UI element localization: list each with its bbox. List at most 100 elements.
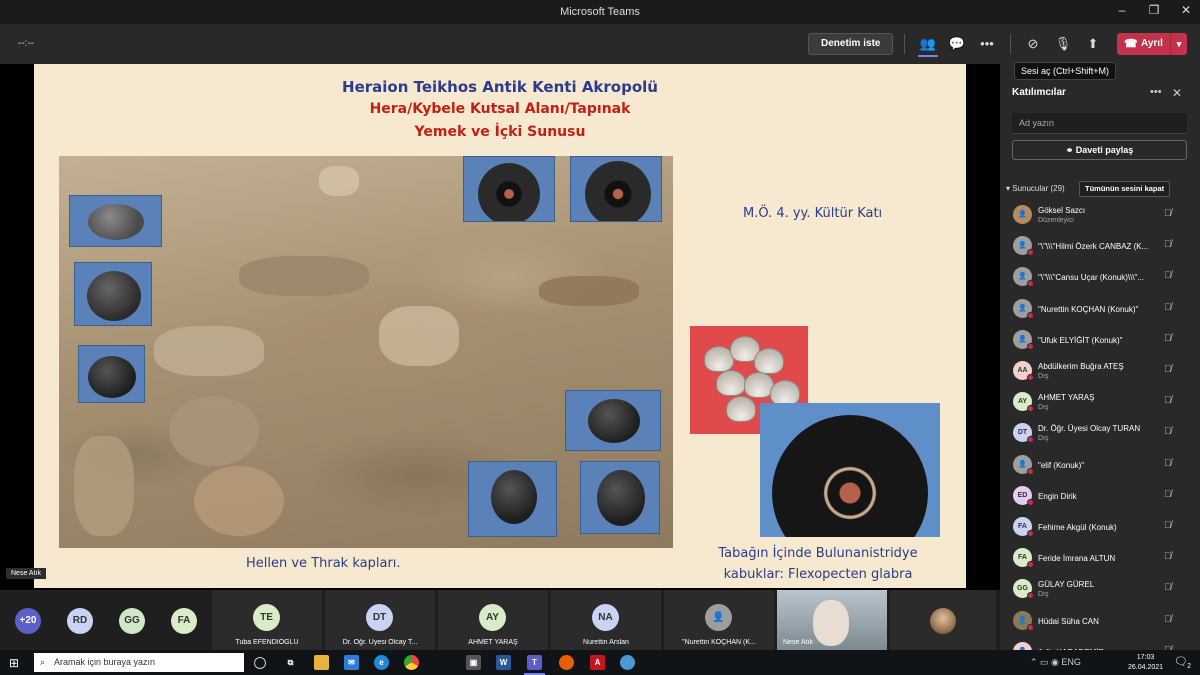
photo-jug xyxy=(169,396,259,466)
mic-muted-icon[interactable]: 🎙̸ xyxy=(1164,426,1172,437)
participant-video-tile[interactable]: Nese Atık xyxy=(777,590,887,650)
participant-row[interactable]: FA Feride İmrana ALTUN 🎙̸ xyxy=(1000,544,1200,575)
participant-row[interactable]: 👤 Göksel Sazcı Düzenleyici 🎙̸ xyxy=(1000,201,1200,232)
windows-start-icon[interactable]: ⊞ xyxy=(9,656,19,670)
teams-icon[interactable]: T xyxy=(527,655,542,670)
participant-tile[interactable]: 👤 "Nurettin KOÇHAN (K... xyxy=(664,590,774,650)
participant-tile[interactable] xyxy=(890,590,996,650)
mic-muted-icon[interactable]: 🎙̸ xyxy=(1164,302,1172,313)
participant-row[interactable]: 👤 "Nurettin KOÇHAN (Konuk)" 🎙̸ xyxy=(1000,295,1200,326)
edge-icon[interactable]: e xyxy=(374,655,389,670)
chevron-down-icon[interactable]: ▾ xyxy=(1170,33,1187,55)
mic-muted-icon[interactable]: 🎙̸ xyxy=(1164,333,1172,344)
close-icon[interactable]: ✕ xyxy=(1178,3,1194,17)
participant-row[interactable]: 👤 "\"\\\"Hilmi Özerk CANBAZ (K... 🎙̸ xyxy=(1000,232,1200,263)
participant-row[interactable]: AA Abdülkerim Buğra ATEŞ Dış 🎙̸ xyxy=(1000,357,1200,388)
participant-tile[interactable]: NA Nurettin Arslan xyxy=(551,590,661,650)
leave-button[interactable]: ☎ Ayrıl ▾ xyxy=(1117,33,1187,55)
notifications-icon[interactable]: 🗨 2 xyxy=(1174,655,1191,670)
participant-tile[interactable]: TE Tuba EFENDİOĞLU xyxy=(212,590,322,650)
participant-avatar[interactable]: FA xyxy=(171,608,197,634)
participant-row[interactable]: 👤 "\"\\\"Cansu Uçar (Konuk)\\\"... 🎙̸ xyxy=(1000,263,1200,294)
chat-icon[interactable]: 💬 xyxy=(947,35,967,53)
camera-off-icon[interactable]: ⊘ xyxy=(1023,35,1043,53)
participant-avatar: GG xyxy=(1013,579,1034,600)
task-view-icon[interactable]: ⧉ xyxy=(283,655,298,670)
participant-row[interactable]: ED Engin Dirik 🎙̸ xyxy=(1000,482,1200,513)
mic-muted-icon[interactable]: 🎙̸ xyxy=(1164,551,1172,562)
request-control-button[interactable]: Denetim iste xyxy=(808,33,894,55)
mic-muted-icon[interactable]: 🎙̸ xyxy=(1164,458,1172,469)
participant-row[interactable]: AY AHMET YARAŞ Dış 🎙̸ xyxy=(1000,388,1200,419)
participant-name: Tuba EFENDİOĞLU xyxy=(235,639,299,646)
more-options-icon[interactable]: ••• xyxy=(1150,86,1162,98)
participant-avatar: DT xyxy=(1013,423,1034,444)
mic-muted-icon[interactable]: 🎙̸ xyxy=(1164,239,1172,250)
participant-row[interactable]: FA Fehime Akgül (Konuk) 🎙̸ xyxy=(1000,513,1200,544)
mic-muted-icon[interactable]: 🎙̸ xyxy=(1164,582,1172,593)
photo-stone xyxy=(154,326,264,376)
more-actions-icon[interactable]: ••• xyxy=(977,35,997,53)
participant-row[interactable]: 👤 "elif (Konuk)" 🎙̸ xyxy=(1000,451,1200,482)
participant-tile[interactable]: AY AHMET YARAŞ xyxy=(438,590,548,650)
artifact-krater xyxy=(588,399,640,443)
taskbar-search[interactable]: ⌕ Aramak için buraya yazın xyxy=(34,653,244,672)
participant-avatar: AA xyxy=(1013,361,1034,381)
participant-row[interactable]: 👤 "Ufuk ELYİĞİT (Konuk)" 🎙̸ xyxy=(1000,326,1200,357)
mic-muted-icon[interactable]: 🎙̸ xyxy=(1164,395,1172,406)
presenters-section-header[interactable]: ▾ Sunucular (29) xyxy=(1006,184,1065,193)
mic-muted-icon[interactable]: 🎙̸ xyxy=(1164,364,1172,375)
active-indicator xyxy=(918,55,938,57)
window-title: Microsoft Teams xyxy=(560,6,640,18)
participant-tile[interactable]: DT Dr. Öğr. Üyesi Olcay T... xyxy=(325,590,435,650)
close-icon[interactable]: ✕ xyxy=(1172,86,1182,100)
app-icon[interactable] xyxy=(620,655,635,670)
system-tray-icons[interactable]: ⌃ ▭ ◉ ENG xyxy=(1030,657,1081,668)
participant-avatar: NA xyxy=(592,604,619,631)
firefox-icon[interactable] xyxy=(559,655,574,670)
acrobat-icon[interactable]: A xyxy=(590,655,605,670)
mic-muted-icon[interactable]: 🎙̸ xyxy=(1164,614,1172,625)
person-icon: 👤 xyxy=(1013,454,1034,475)
taskbar-clock[interactable]: 17:03 26.04.2021 xyxy=(1128,653,1163,673)
shell xyxy=(726,396,756,422)
mic-off-icon[interactable]: 🎙 xyxy=(1053,35,1073,53)
participant-avatar[interactable]: GG xyxy=(119,608,145,634)
maximize-icon[interactable]: ❐ xyxy=(1146,3,1162,17)
participant-avatar[interactable]: RD xyxy=(67,608,93,634)
word-icon[interactable]: W xyxy=(496,655,511,670)
mic-muted-icon[interactable]: 🎙̸ xyxy=(1164,520,1172,531)
participant-name: Abdülkerim Buğra ATEŞ xyxy=(1038,362,1124,371)
camera-app-icon[interactable]: ▣ xyxy=(466,655,481,670)
artifact-jug xyxy=(88,356,136,398)
file-explorer-icon[interactable] xyxy=(314,655,329,670)
participant-row[interactable]: DT Dr. Öğr. Üyesi Olcay TURAN Dış 🎙̸ xyxy=(1000,419,1200,450)
shell xyxy=(716,370,746,396)
mic-muted-icon[interactable]: 🎙̸ xyxy=(1164,208,1172,219)
mic-muted-icon[interactable]: 🎙̸ xyxy=(1164,489,1172,500)
participant-name: Nurettin Arslan xyxy=(583,639,629,646)
share-screen-icon[interactable]: ⬆ xyxy=(1083,35,1103,53)
participant-name: Feride İmrana ALTUN xyxy=(1038,554,1116,564)
cortana-icon[interactable] xyxy=(254,657,266,669)
artifact-thumbnail xyxy=(565,390,661,451)
person-icon: 👤 xyxy=(1013,329,1034,350)
participant-row[interactable]: GG GÜLAY GÜREL Dış 🎙̸ xyxy=(1000,575,1200,606)
taskbar-search-placeholder: Aramak için buraya yazın xyxy=(54,657,156,667)
more-participants-badge[interactable]: +20 xyxy=(15,608,41,634)
participants-icon[interactable]: 👥 xyxy=(918,35,938,53)
share-invite-button[interactable]: ⚭ Daveti paylaş xyxy=(1012,140,1187,160)
window-controls: – ❐ ✕ xyxy=(1114,3,1194,17)
mute-all-button[interactable]: Tümünün sesini kapat xyxy=(1079,181,1171,197)
mail-icon[interactable]: ✉ xyxy=(344,655,359,670)
mic-muted-icon[interactable]: 🎙̸ xyxy=(1164,270,1172,281)
minimize-icon[interactable]: – xyxy=(1114,3,1130,17)
status-dot xyxy=(1027,436,1034,444)
participant-row[interactable]: 👤 Hüdai Süha CAN 🎙̸ xyxy=(1000,607,1200,638)
participant-role: Dış xyxy=(1038,591,1049,599)
participant-role: Düzenleyici xyxy=(1038,217,1074,224)
participant-search-input[interactable] xyxy=(1012,113,1187,134)
participant-name: Dr. Öğr. Üyesi Olcay TURAN xyxy=(1038,424,1141,434)
participant-avatar: DT xyxy=(366,604,393,631)
chrome-icon[interactable] xyxy=(404,655,419,670)
